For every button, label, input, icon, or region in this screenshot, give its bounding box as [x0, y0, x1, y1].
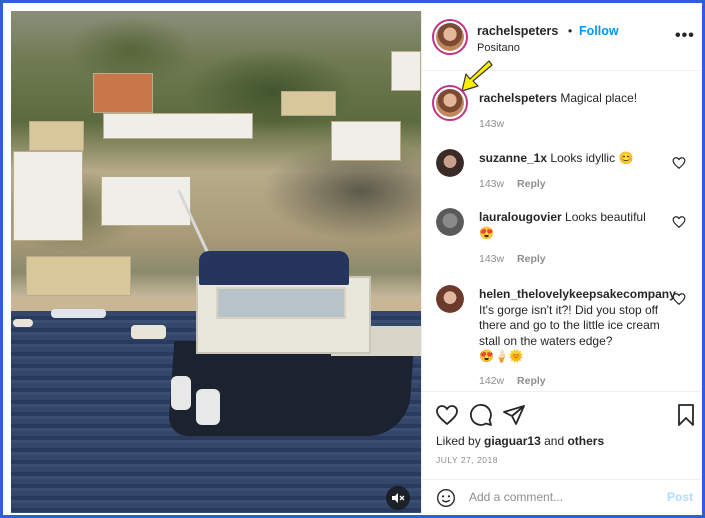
- building: [26, 256, 131, 296]
- boat-fender: [196, 389, 220, 425]
- comment-text: Looks beautiful: [565, 210, 646, 224]
- emoji-icon[interactable]: [436, 488, 456, 508]
- comment-icon[interactable]: [469, 403, 493, 427]
- building: [103, 113, 253, 139]
- caption-username[interactable]: rachelspeters: [479, 91, 557, 105]
- comment-avatar[interactable]: [436, 208, 464, 236]
- comment-age[interactable]: 142w: [479, 375, 504, 387]
- share-icon[interactable]: [502, 403, 526, 427]
- separator-dot: •: [568, 24, 573, 38]
- add-comment-bar: Post: [422, 479, 701, 513]
- comment-emoji: 😊: [618, 151, 634, 165]
- post-actions: Liked by giaguar13 and others JULY 27, 2…: [422, 391, 701, 483]
- bookmark-icon[interactable]: [674, 403, 698, 427]
- comment-username[interactable]: lauralougovier: [479, 210, 562, 224]
- screenshot-frame: rachelspeters • Follow Positano ••• rach…: [0, 0, 705, 518]
- comment: suzanne_1x Looks idyllic 😊: [479, 151, 694, 167]
- post-location[interactable]: Positano: [477, 42, 520, 54]
- heart-icon[interactable]: [672, 292, 686, 306]
- caption-text: Magical place!: [560, 91, 638, 105]
- liked-by-prefix: Liked by: [436, 434, 481, 448]
- comment-text: Looks idyllic: [550, 151, 616, 165]
- building: [29, 121, 84, 151]
- heart-icon[interactable]: [672, 156, 686, 170]
- post-media[interactable]: [11, 11, 421, 513]
- comment-age[interactable]: 143w: [479, 253, 504, 265]
- comment-meta: 143w Reply: [479, 178, 546, 190]
- heart-icon[interactable]: [672, 215, 686, 229]
- reply-button[interactable]: Reply: [517, 375, 546, 387]
- caption: rachelspeters Magical place!: [479, 91, 694, 107]
- small-boat: [131, 325, 166, 339]
- comment-avatar[interactable]: [436, 149, 464, 177]
- comment-avatar[interactable]: [436, 285, 464, 313]
- likes-summary: Liked by giaguar13 and others: [436, 434, 604, 448]
- annotation-arrow-icon: [461, 60, 493, 92]
- caption-avatar[interactable]: [432, 85, 468, 121]
- comment: lauralougovier Looks beautiful 😍: [479, 210, 694, 241]
- liked-by-others[interactable]: others: [567, 434, 604, 448]
- comment-username[interactable]: suzanne_1x: [479, 151, 547, 165]
- heart-icon[interactable]: [435, 403, 459, 427]
- comment-emoji: 😍🍦🌞: [479, 349, 524, 363]
- boat-fender: [171, 376, 191, 410]
- comment-age[interactable]: 143w: [479, 178, 504, 190]
- reply-button[interactable]: Reply: [517, 178, 546, 190]
- caption-meta: 143w: [479, 118, 504, 130]
- comment-emoji: 😍: [479, 225, 494, 240]
- liked-by-user[interactable]: giaguar13: [484, 434, 541, 448]
- building: [101, 176, 191, 226]
- more-options-icon[interactable]: •••: [675, 27, 695, 45]
- liked-by-and: and: [544, 434, 565, 448]
- boat-window: [216, 287, 346, 319]
- follow-button[interactable]: Follow: [579, 24, 619, 38]
- building: [281, 91, 336, 116]
- post-author-username[interactable]: rachelspeters: [477, 24, 558, 38]
- comment-meta: 142w Reply: [479, 375, 546, 387]
- post-comment-button[interactable]: Post: [667, 490, 693, 504]
- comment-username[interactable]: helen_thelovelykeepsakecompany: [479, 287, 676, 301]
- comment-input[interactable]: [469, 489, 659, 505]
- building: [93, 73, 153, 113]
- reply-button[interactable]: Reply: [517, 253, 546, 265]
- post-side-panel: rachelspeters • Follow Positano ••• rach…: [421, 11, 701, 513]
- building: [391, 51, 421, 91]
- small-boat: [51, 309, 106, 318]
- avatar[interactable]: [432, 19, 468, 55]
- caption-age[interactable]: 143w: [479, 118, 504, 130]
- building: [13, 151, 83, 241]
- building: [331, 121, 401, 161]
- post-date[interactable]: JULY 27, 2018: [436, 455, 498, 465]
- comment: helen_thelovelykeepsakecompany It's gorg…: [479, 287, 679, 365]
- comment-text: It's gorge isn't it?! Did you stop off t…: [479, 302, 660, 348]
- small-boat: [13, 319, 33, 327]
- boat-canopy: [199, 251, 349, 285]
- volume-off-icon[interactable]: [386, 486, 410, 510]
- comment-meta: 143w Reply: [479, 253, 546, 265]
